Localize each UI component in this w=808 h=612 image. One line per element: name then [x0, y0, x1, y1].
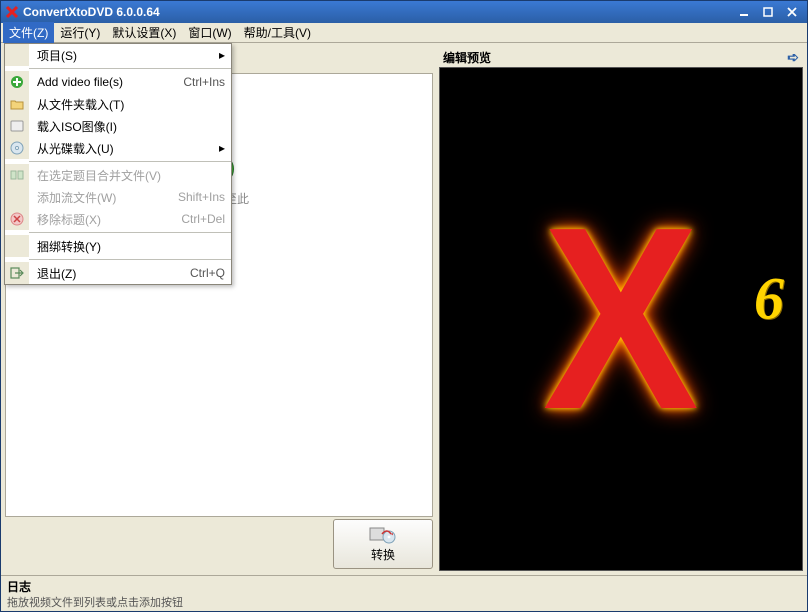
menubar: 文件(Z) 运行(Y) 默认设置(X) 窗口(W) 帮助/工具(V) — [1, 23, 807, 43]
menu-help[interactable]: 帮助/工具(V) — [238, 22, 317, 43]
folder-icon — [5, 93, 29, 115]
menu-file[interactable]: 文件(Z) — [3, 22, 54, 43]
chevron-right-icon: ▸ — [215, 48, 225, 62]
menu-item-project[interactable]: 项目(S) ▸ — [5, 44, 231, 66]
disc-icon — [5, 137, 29, 159]
menu-item-merge[interactable]: 在选定题目合并文件(V) — [5, 164, 231, 186]
log-title: 日志 — [7, 578, 801, 594]
log-panel: 日志 拖放视频文件到列表或点击添加按钮 — [1, 575, 807, 611]
menu-separator — [29, 232, 231, 233]
file-menu-dropdown: 项目(S) ▸ Add video file(s) Ctrl+Ins 从文件夹载… — [4, 43, 232, 285]
window-title: ConvertXtoDVD 6.0.0.64 — [23, 5, 733, 19]
logo-x-icon: X — [543, 170, 699, 469]
merge-icon — [5, 164, 29, 186]
convert-button[interactable]: 转换 — [333, 519, 433, 569]
menu-item-load-iso[interactable]: 载入ISO图像(I) — [5, 115, 231, 137]
menu-item-exit[interactable]: 退出(Z) Ctrl+Q — [5, 262, 231, 284]
minimize-button[interactable] — [733, 4, 755, 20]
log-text: 拖放视频文件到列表或点击添加按钮 — [7, 594, 801, 610]
convert-row: 转换 — [5, 517, 433, 571]
app-window: ConvertXtoDVD 6.0.0.64 文件(Z) 运行(Y) 默认设置(… — [0, 0, 808, 612]
add-icon — [5, 71, 29, 93]
menu-item-add-stream[interactable]: 添加流文件(W) Shift+Ins — [5, 186, 231, 208]
remove-icon — [5, 208, 29, 230]
menu-item-remove-title[interactable]: 移除标题(X) Ctrl+Del — [5, 208, 231, 230]
close-button[interactable] — [781, 4, 803, 20]
preview-title: 编辑预览 — [443, 49, 491, 66]
menu-item-load-disc[interactable]: 从光碟载入(U) ▸ — [5, 137, 231, 159]
preview-box: X 6 — [439, 67, 803, 571]
blank-icon — [5, 235, 29, 257]
chevron-right-icon: ▸ — [215, 141, 225, 155]
menu-defaults[interactable]: 默认设置(X) — [106, 22, 182, 43]
window-controls — [733, 4, 803, 20]
right-panel: 编辑预览 ➪ X 6 — [439, 47, 803, 571]
preview-expand-button[interactable]: ➪ — [787, 49, 799, 66]
menu-separator — [29, 161, 231, 162]
convert-icon — [369, 526, 397, 544]
maximize-button[interactable] — [757, 4, 779, 20]
blank-icon — [5, 186, 29, 208]
exit-icon — [5, 262, 29, 284]
blank-icon — [5, 44, 29, 66]
menu-item-load-folder[interactable]: 从文件夹载入(T) — [5, 93, 231, 115]
logo-version: 6 — [754, 264, 784, 333]
menu-separator — [29, 259, 231, 260]
app-icon — [5, 5, 19, 19]
menu-item-bundle-convert[interactable]: 捆绑转换(Y) — [5, 235, 231, 257]
menu-window[interactable]: 窗口(W) — [182, 22, 237, 43]
preview-header: 编辑预览 ➪ — [439, 47, 803, 67]
menu-separator — [29, 68, 231, 69]
menu-run[interactable]: 运行(Y) — [54, 22, 106, 43]
convert-label: 转换 — [371, 546, 395, 563]
iso-icon — [5, 115, 29, 137]
titlebar: ConvertXtoDVD 6.0.0.64 — [1, 1, 807, 23]
menu-item-add-video[interactable]: Add video file(s) Ctrl+Ins — [5, 71, 231, 93]
